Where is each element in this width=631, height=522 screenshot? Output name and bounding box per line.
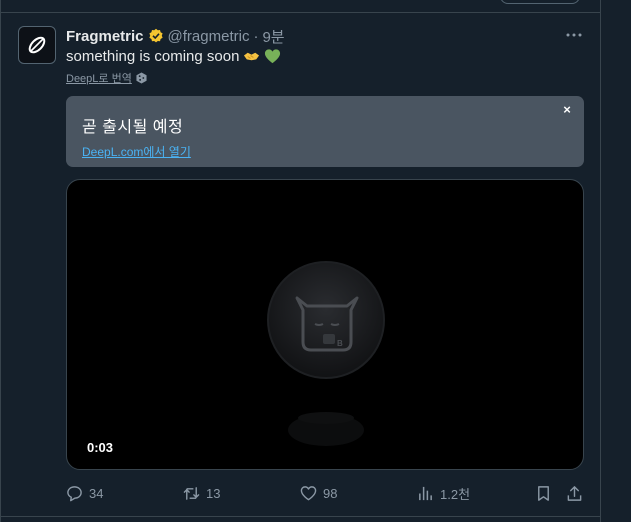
reply-icon — [67, 485, 82, 501]
translate-link[interactable]: DeepL로 번역 — [66, 70, 147, 86]
retweet-count: 13 — [206, 485, 221, 501]
top-pill-button[interactable] — [500, 0, 580, 4]
top-divider — [1, 12, 600, 13]
svg-text:B: B — [337, 339, 343, 348]
translate-label[interactable]: DeepL로 번역 — [66, 70, 132, 86]
column-border-left — [0, 0, 1, 522]
retweet-button[interactable]: 13 — [183, 483, 220, 503]
separator: · — [253, 27, 259, 45]
reply-count: 34 — [89, 485, 104, 501]
like-button[interactable]: 98 — [300, 483, 337, 503]
avatar[interactable] — [18, 26, 56, 64]
video-frame-graphic: B — [267, 261, 385, 446]
right-gutter — [601, 0, 631, 522]
fragmetric-logo-icon — [28, 36, 46, 54]
author-handle[interactable]: @fragmetric — [168, 28, 250, 45]
video-timestamp: 0:03 — [87, 440, 114, 455]
open-in-deepl-link[interactable]: DeepL.com에서 열기 — [82, 143, 191, 160]
bookmark-button[interactable] — [535, 483, 552, 503]
tweet-body: something is coming soon — [66, 48, 240, 65]
tweet-text: something is coming soon — [66, 48, 281, 65]
share-icon — [567, 485, 582, 501]
bookmark-icon — [538, 485, 549, 501]
heart-icon — [300, 485, 317, 500]
translation-text: 곧 출시될 예정 — [82, 119, 184, 136]
reply-button[interactable]: 34 — [66, 483, 103, 503]
views-chart-icon — [419, 486, 432, 500]
views-button[interactable]: 1.2천 — [417, 483, 470, 503]
like-count: 98 — [323, 485, 338, 501]
deepl-icon — [136, 72, 147, 84]
video-player[interactable]: B 0:03 — [66, 179, 584, 470]
tweet-time[interactable]: 9분 — [262, 26, 284, 47]
action-bar: 34 13 98 1.2천 — [66, 483, 584, 503]
more-icon[interactable] — [564, 26, 584, 44]
handshake-emoji-icon — [244, 52, 260, 61]
views-count: 1.2천 — [440, 486, 471, 502]
translation-panel: × 곧 출시될 예정 DeepL.com에서 열기 — [66, 96, 584, 167]
author-name[interactable]: Fragmetric — [66, 28, 144, 45]
verified-badge-icon — [148, 28, 163, 43]
bottom-divider — [1, 516, 600, 517]
timeline-frame: Fragmetric @fragmetric · 9분 something is… — [0, 0, 631, 522]
close-icon[interactable]: × — [560, 102, 574, 117]
retweet-icon — [183, 486, 200, 500]
tweet-header: Fragmetric @fragmetric · 9분 — [66, 26, 285, 46]
green-heart-emoji-icon — [265, 49, 281, 64]
share-button[interactable] — [566, 483, 583, 503]
